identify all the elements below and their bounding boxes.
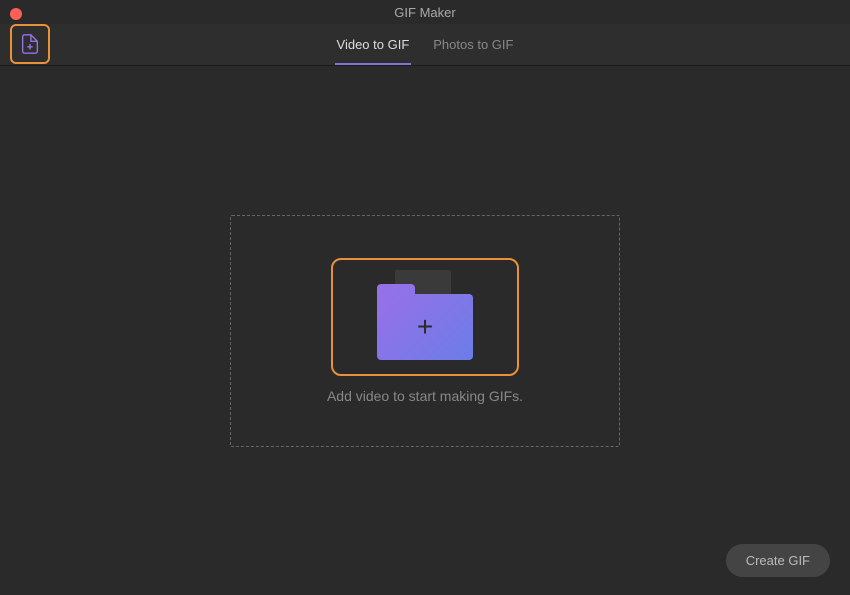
- create-gif-label: Create GIF: [746, 553, 810, 568]
- tab-photos-to-gif[interactable]: Photos to GIF: [431, 24, 515, 65]
- tab-label: Photos to GIF: [433, 37, 513, 52]
- add-file-button[interactable]: [10, 24, 50, 64]
- add-video-folder-button[interactable]: +: [331, 258, 519, 376]
- video-dropzone[interactable]: + Add video to start making GIFs.: [230, 215, 620, 447]
- create-gif-button[interactable]: Create GIF: [726, 544, 830, 577]
- window-title: GIF Maker: [394, 5, 455, 20]
- toolbar: Video to GIF Photos to GIF: [0, 24, 850, 66]
- dropzone-prompt: Add video to start making GIFs.: [327, 388, 523, 404]
- tab-label: Video to GIF: [337, 37, 410, 52]
- add-document-icon: [19, 33, 41, 55]
- window-close-button[interactable]: [10, 8, 22, 20]
- main-area: + Add video to start making GIFs.: [0, 66, 850, 595]
- tab-video-to-gif[interactable]: Video to GIF: [335, 24, 412, 65]
- title-bar: GIF Maker: [0, 0, 850, 24]
- tabs-container: Video to GIF Photos to GIF: [335, 24, 516, 65]
- plus-icon: +: [417, 313, 433, 341]
- folder-icon: +: [377, 294, 473, 360]
